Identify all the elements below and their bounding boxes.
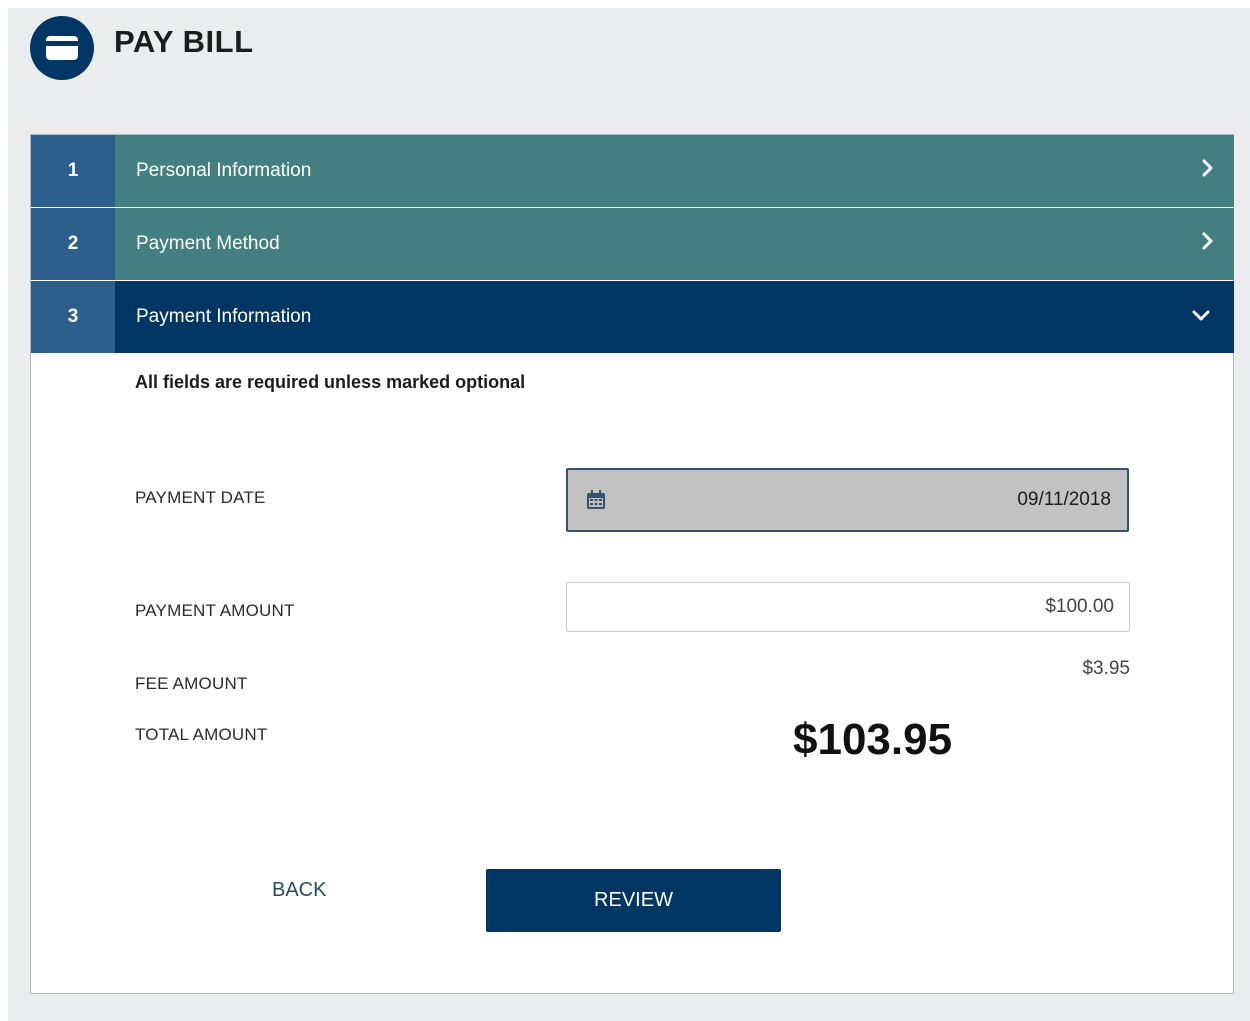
- step-number: 3: [31, 281, 115, 353]
- chevron-down-icon[interactable]: [1192, 306, 1210, 328]
- fee-amount-label: FEE AMOUNT: [135, 674, 248, 693]
- payment-amount-input[interactable]: $100.00: [566, 582, 1130, 632]
- step-personal-information[interactable]: 1 Personal Information: [31, 135, 1234, 207]
- step-number: 1: [31, 135, 115, 207]
- payment-date-label: PAYMENT DATE: [135, 488, 266, 507]
- step-header[interactable]: Personal Information: [115, 135, 1234, 207]
- step-number: 2: [31, 208, 115, 280]
- fee-amount-value: $3.95: [1082, 658, 1130, 679]
- step-label: Payment Information: [136, 306, 312, 327]
- payment-panel: 1 Personal Information 2 Payment Method …: [30, 134, 1234, 994]
- step-payment-information[interactable]: 3 Payment Information: [31, 281, 1234, 353]
- step-payment-method[interactable]: 2 Payment Method: [31, 208, 1234, 280]
- chevron-right-icon[interactable]: [1202, 159, 1214, 183]
- step-header[interactable]: Payment Information: [115, 281, 1234, 353]
- review-button[interactable]: REVIEW: [486, 869, 781, 932]
- chevron-right-icon[interactable]: [1202, 232, 1214, 256]
- total-amount-value: $103.95: [793, 715, 953, 764]
- step-label: Payment Method: [136, 233, 280, 254]
- page-title: PAY BILL: [114, 24, 254, 59]
- step-label: Personal Information: [136, 160, 312, 181]
- step-header[interactable]: Payment Method: [115, 208, 1234, 280]
- payment-amount-value: $100.00: [1045, 596, 1114, 617]
- total-amount-label: TOTAL AMOUNT: [135, 725, 268, 744]
- back-button[interactable]: BACK: [272, 879, 326, 902]
- calendar-icon[interactable]: [586, 490, 606, 515]
- payment-date-field[interactable]: 09/11/2018: [566, 468, 1129, 532]
- required-fields-note: All fields are required unless marked op…: [135, 372, 526, 392]
- payment-amount-label: PAYMENT AMOUNT: [135, 601, 295, 620]
- payment-date-value: 09/11/2018: [1017, 489, 1111, 510]
- credit-card-icon: [30, 16, 94, 80]
